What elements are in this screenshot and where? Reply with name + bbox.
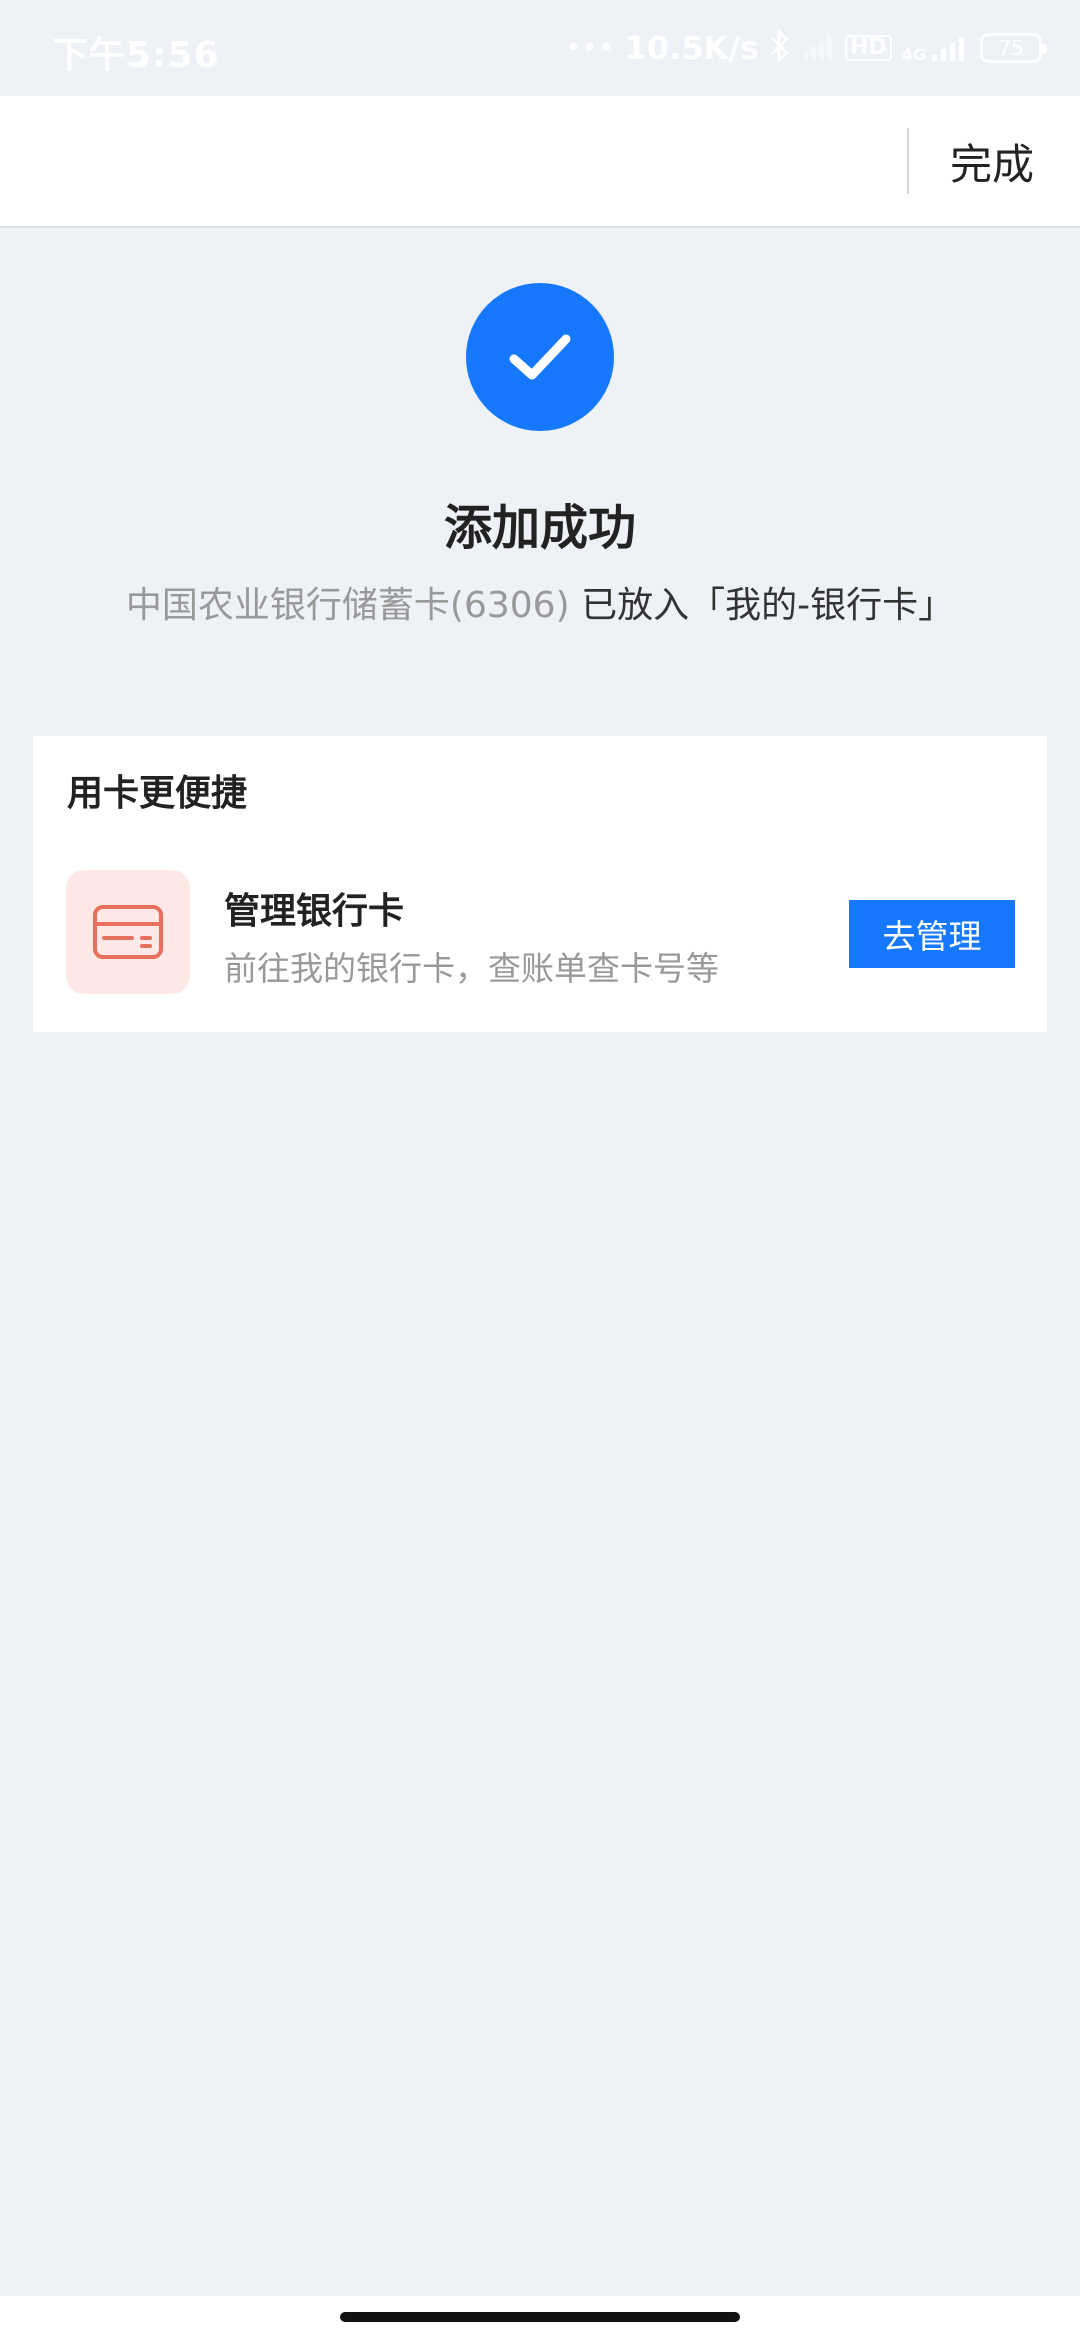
more-dots-icon: ••• xyxy=(565,31,615,64)
success-title: 添加成功 xyxy=(443,500,636,556)
signal-weak-icon xyxy=(801,31,835,66)
card-name: 中国农业银行储蓄卡(6306) xyxy=(125,585,570,626)
success-check-icon xyxy=(466,283,614,431)
hd-icon: HD xyxy=(845,35,892,61)
success-description: 中国农业银行储蓄卡(6306) 已放入「我的-银行卡」 xyxy=(0,576,1080,628)
home-indicator[interactable] xyxy=(340,2312,740,2322)
manage-button[interactable]: 去管理 xyxy=(849,900,1015,968)
bottom-gesture-area xyxy=(0,2296,1080,2340)
card-convenience-section: 用卡更便捷 管理银行卡 前往我的银行卡，查账单查卡号等 去管理 xyxy=(33,736,1047,1032)
network-type: 4G xyxy=(901,45,926,64)
bank-card-icon xyxy=(66,870,190,994)
battery-level: 75 xyxy=(998,36,1024,60)
status-time: 下午5:56 xyxy=(52,35,220,76)
status-indicators: ••• 10.5K/s HD 4G 75 xyxy=(565,26,1047,70)
done-button[interactable]: 完成 xyxy=(950,96,1060,226)
manage-card-row: 管理银行卡 前往我的银行卡，查账单查卡号等 去管理 xyxy=(33,870,1047,998)
battery-icon: 75 xyxy=(980,33,1047,63)
status-bar: 下午5:56 ••• 10.5K/s HD 4G 75 xyxy=(0,0,1080,96)
card-destination: 已放入「我的-银行卡」 xyxy=(569,585,955,626)
signal-4g-icon: 4G xyxy=(902,33,970,63)
section-title: 用卡更便捷 xyxy=(67,773,248,814)
network-speed: 10.5K/s xyxy=(624,29,760,67)
header-divider xyxy=(907,128,909,194)
feature-title: 管理银行卡 xyxy=(224,891,405,932)
bluetooth-icon xyxy=(769,28,791,68)
feature-description: 前往我的银行卡，查账单查卡号等 xyxy=(224,949,719,988)
top-navigation-bar: 完成 xyxy=(0,96,1080,228)
